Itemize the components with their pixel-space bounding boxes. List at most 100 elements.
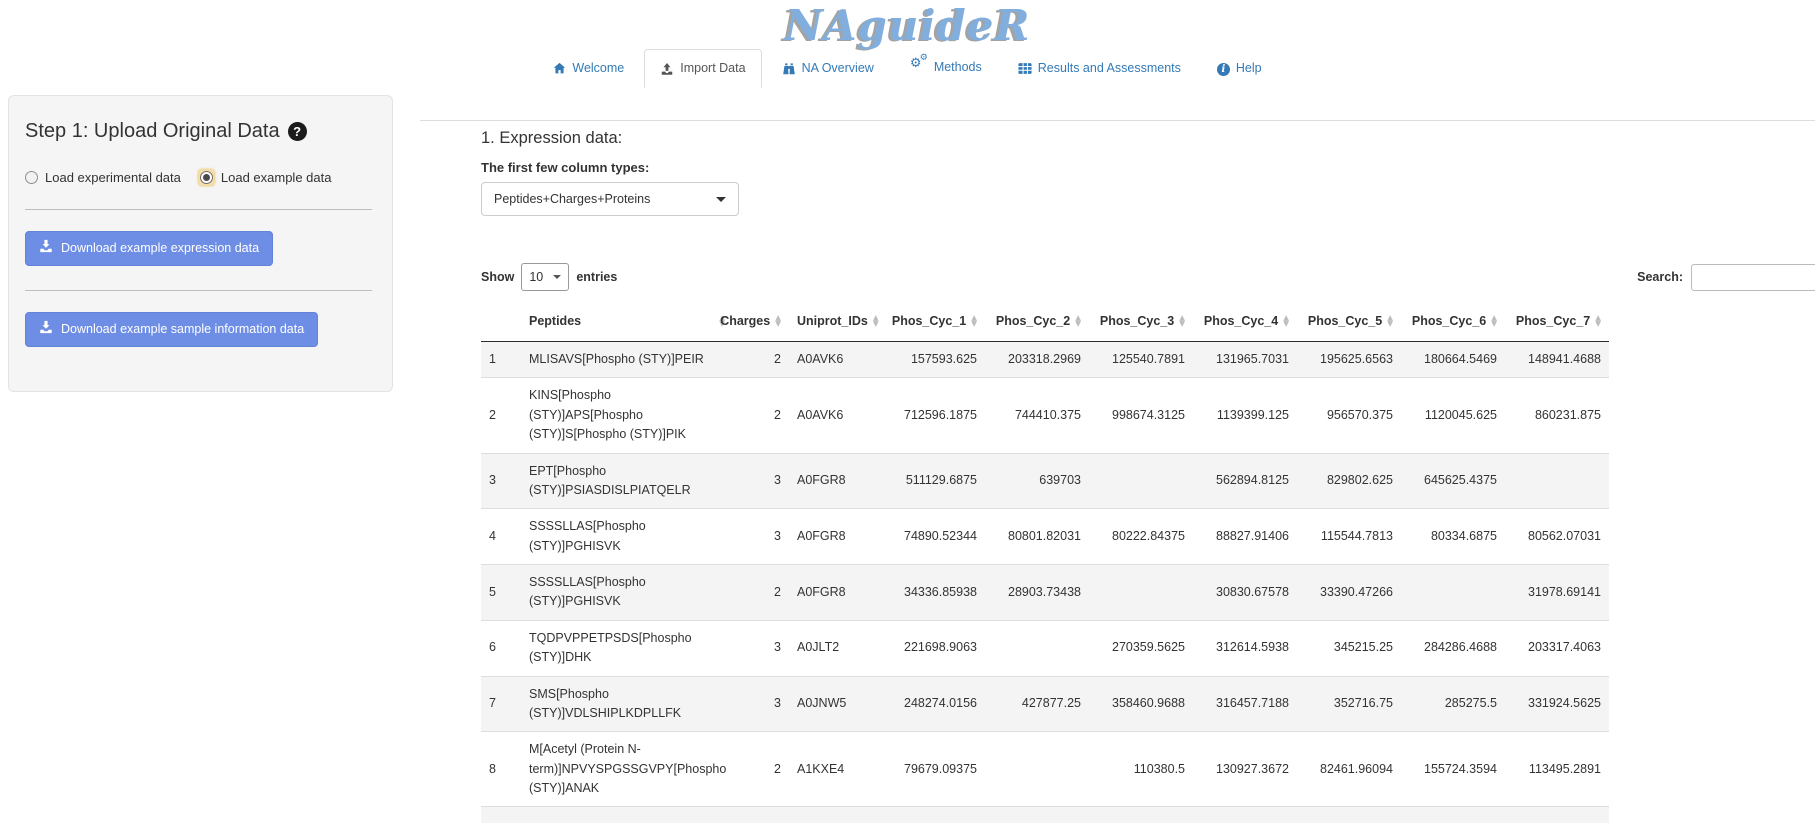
column-header-charges[interactable]: Charges▲▼ — [733, 301, 789, 342]
table-cell: 3 — [733, 453, 789, 509]
table-cell — [1505, 453, 1609, 509]
datatable-controls: Show 10 entries Search: — [481, 263, 1815, 291]
table-cell: A1KXE4 — [789, 732, 877, 807]
tab-methods[interactable]: ⚙⚙Methods — [894, 46, 998, 88]
search-input[interactable] — [1691, 264, 1815, 291]
table-cell: 113495.2891 — [1505, 732, 1609, 807]
table-cell — [1089, 453, 1193, 509]
sort-icon[interactable]: ▲▼ — [1283, 315, 1289, 327]
sort-icon[interactable]: ▲▼ — [873, 315, 879, 327]
sort-icon[interactable]: ▲▼ — [1595, 315, 1601, 327]
expression-data-section: 1. Expression data: The first few column… — [420, 120, 1815, 823]
sort-icon[interactable]: ▲▼ — [1491, 315, 1497, 327]
column-header-peptides[interactable]: Peptides▲▼ — [521, 301, 733, 342]
table-row: 3EPT[Phospho (STY)]PSIASDISLPIATQELR3A0F… — [481, 453, 1609, 509]
sort-icon[interactable]: ▲▼ — [1387, 315, 1393, 327]
column-header-phos_cyc_1[interactable]: Phos_Cyc_1 ▲▼ — [877, 301, 985, 342]
column-label: Phos_Cyc_6 — [1412, 314, 1486, 328]
tab-import-data[interactable]: Import Data — [644, 49, 761, 88]
table-cell: SSSSLLAS[Phospho (STY)]PGHISVK — [521, 565, 733, 621]
download-icon — [39, 239, 53, 258]
table-cell — [1089, 565, 1193, 621]
table-cell: 2 — [733, 378, 789, 453]
table-cell: A0FGR8 — [789, 453, 877, 509]
table-cell: 131965.7031 — [1193, 342, 1297, 378]
table-cell: 28903.73438 — [985, 565, 1089, 621]
column-header-phos_cyc_4[interactable]: Phos_Cyc_4▲▼ — [1193, 301, 1297, 342]
page-length-value: 10 — [529, 270, 543, 284]
tab-na-overview[interactable]: NA Overview — [766, 49, 890, 88]
column-label: Phos_Cyc_1 — [892, 314, 966, 328]
tab-welcome[interactable]: Welcome — [537, 49, 640, 88]
download-expression-data-button[interactable]: Download example expression data — [25, 231, 273, 266]
tab-label: Import Data — [680, 60, 745, 77]
column-types-selected-value: Peptides+Charges+Proteins — [494, 192, 650, 206]
column-header-phos_cyc_3[interactable]: Phos_Cyc_3 ▲▼ — [1089, 301, 1193, 342]
button-label: Download example expression data — [61, 240, 259, 257]
sort-icon[interactable]: ▲▼ — [971, 315, 977, 327]
sort-icon[interactable]: ▲▼ — [1075, 315, 1081, 327]
table-cell: 562894.8125 — [1193, 453, 1297, 509]
search-label: Search: — [1637, 270, 1683, 284]
column-header-phos_cyc_6[interactable]: Phos_Cyc_6 ▲▼ — [1401, 301, 1505, 342]
datatable-wrapper: Show 10 entries Search: Peptides▲▼Charge… — [481, 263, 1815, 823]
upload-panel: Step 1: Upload Original Data ? Load expe… — [8, 95, 393, 392]
table-cell: 180664.5469 — [1401, 342, 1505, 378]
column-types-select[interactable]: Peptides+Charges+Proteins — [481, 182, 739, 216]
radio-load-experimental-data[interactable]: Load experimental data — [25, 170, 181, 185]
table-cell: 115544.7813 — [1297, 509, 1401, 565]
sort-icon[interactable]: ▲▼ — [775, 315, 781, 327]
page-length-select[interactable]: 10 — [521, 263, 569, 291]
column-header-phos_cyc_5[interactable]: Phos_Cyc_5▲▼ — [1297, 301, 1401, 342]
table-cell: EPT[Phospho (STY)]PSIASDISLPIATQELR — [521, 453, 733, 509]
app-logo: NAguideR — [0, 0, 1815, 50]
table-cell: 88827.91406 — [1193, 509, 1297, 565]
tab-help[interactable]: iHelp — [1201, 49, 1278, 88]
expression-data-table: Peptides▲▼Charges▲▼Uniprot_IDs▲▼Phos_Cyc… — [481, 301, 1609, 823]
table-cell: 352716.75 — [1297, 676, 1401, 732]
table-cell: 31978.69141 — [1505, 565, 1609, 621]
app-title: NAguideR — [785, 1, 1031, 50]
table-cell: 5 — [481, 565, 521, 621]
table-cell: 312614.5938 — [1193, 620, 1297, 676]
table-cell — [985, 620, 1089, 676]
column-header-phos_cyc_7[interactable]: Phos_Cyc_7▲▼ — [1505, 301, 1609, 342]
divider — [25, 209, 372, 210]
column-label: Phos_Cyc_3 — [1100, 314, 1174, 328]
table-cell: 221698.9063 — [877, 620, 985, 676]
table-cell: MLISAVS[Phospho (STY)]PEIR — [521, 342, 733, 378]
table-cell: 4 — [481, 509, 521, 565]
chevron-down-icon — [553, 275, 561, 279]
table-row: 7SMS[Phospho (STY)]VDLSHIPLKDPLLFK3A0JNW… — [481, 676, 1609, 732]
column-types-label: The first few column types: — [481, 160, 1815, 175]
table-cell: 645625.4375 — [1401, 453, 1505, 509]
table-cell: 1120045.625 — [1401, 378, 1505, 453]
table-cell: 2 — [733, 732, 789, 807]
table-row: 6TQDPVPPETPSDS[Phospho (STY)]DHK3A0JLT22… — [481, 620, 1609, 676]
column-header-phos_cyc_2[interactable]: Phos_Cyc_2 ▲▼ — [985, 301, 1089, 342]
column-label: Uniprot_IDs — [797, 314, 868, 328]
column-label: Phos_Cyc_2 — [996, 314, 1070, 328]
radio-load-example-data[interactable]: Load example data — [199, 170, 332, 185]
section-title: 1. Expression data: — [481, 129, 1815, 148]
nav-tabs: WelcomeImport DataNA Overview⚙⚙MethodsRe… — [0, 50, 1815, 88]
radio-label: Load experimental data — [45, 170, 181, 185]
tab-label: Welcome — [572, 60, 624, 77]
table-icon — [1018, 62, 1032, 75]
table-header-row: Peptides▲▼Charges▲▼Uniprot_IDs▲▼Phos_Cyc… — [481, 301, 1609, 342]
table-cell: A0AVK6 — [789, 378, 877, 453]
column-header-uniprot_ids[interactable]: Uniprot_IDs ▲▼ — [789, 301, 877, 342]
download-sample-information-button[interactable]: Download example sample information data — [25, 312, 318, 347]
column-header-rownames — [481, 301, 521, 342]
question-circle-icon[interactable]: ? — [288, 122, 307, 141]
table-cell: TQDPVPPETPSDS[Phospho (STY)]DHK — [521, 620, 733, 676]
table-cell: A0JLT2 — [789, 620, 877, 676]
table-cell: 284286.4688 — [1401, 620, 1505, 676]
table-cell: A0FGR8 — [789, 509, 877, 565]
sort-icon[interactable]: ▲▼ — [1179, 315, 1185, 327]
table-cell: 3 — [733, 676, 789, 732]
button-label: Download example sample information data — [61, 321, 304, 338]
tab-results-and-assessments[interactable]: Results and Assessments — [1002, 49, 1197, 88]
show-entries-control: Show 10 entries — [481, 263, 617, 291]
table-cell: 79679.09375 — [877, 732, 985, 807]
